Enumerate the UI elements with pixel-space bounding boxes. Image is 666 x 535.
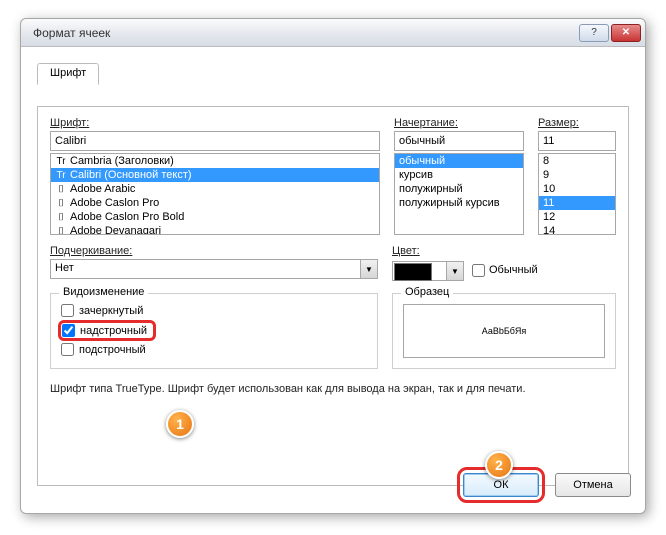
titlebar: Формат ячеек ? ✕ <box>21 19 645 47</box>
tab-body: Шрифт: TrCambria (Заголовки)TrCalibri (О… <box>37 106 629 486</box>
list-item[interactable]: курсив <box>395 168 523 182</box>
list-item[interactable]: полужирный курсив <box>395 196 523 210</box>
font-input[interactable] <box>50 131 380 151</box>
underline-value: Нет <box>50 259 360 279</box>
chevron-down-icon[interactable]: ▼ <box>360 259 378 279</box>
font-type-icon: ⌷ <box>55 198 67 209</box>
close-button[interactable]: ✕ <box>611 24 641 42</box>
list-item[interactable]: 14 <box>539 224 615 235</box>
preview-title: Образец <box>401 286 453 298</box>
window-title: Формат ячеек <box>33 26 110 40</box>
chevron-down-icon[interactable]: ▼ <box>446 261 464 281</box>
label-font: Шрифт: <box>50 117 380 129</box>
effects-title: Видоизменение <box>59 286 148 298</box>
help-button[interactable]: ? <box>579 24 609 42</box>
subscript-checkbox[interactable]: подстрочный <box>61 343 367 356</box>
list-item[interactable]: 11 <box>539 196 615 210</box>
list-item[interactable]: TrCambria (Заголовки) <box>51 154 379 168</box>
font-type-icon: Tr <box>55 170 67 181</box>
list-item[interactable]: ⌷Adobe Devanagari <box>51 224 379 235</box>
strikethrough-checkbox[interactable]: зачеркнутый <box>61 304 367 317</box>
close-icon: ✕ <box>622 27 630 38</box>
underline-combo[interactable]: Нет ▼ <box>50 259 378 279</box>
annotation-badge-1: 1 <box>166 410 194 438</box>
list-item[interactable]: 12 <box>539 210 615 224</box>
hint-text: Шрифт типа TrueType. Шрифт будет использ… <box>50 383 616 395</box>
font-type-icon: ⌷ <box>55 226 67 236</box>
list-item[interactable]: 9 <box>539 168 615 182</box>
preview-box: АаBbБбЯя <box>403 304 605 358</box>
effects-group: Видоизменение зачеркнутый надстрочный по <box>50 293 378 369</box>
list-item[interactable]: ⌷Adobe Caslon Pro Bold <box>51 210 379 224</box>
list-item[interactable]: 10 <box>539 182 615 196</box>
preview-text: АаBbБбЯя <box>482 326 527 336</box>
list-item[interactable]: ⌷Adobe Caslon Pro <box>51 196 379 210</box>
label-color: Цвет: <box>392 245 616 257</box>
label-underline: Подчеркивание: <box>50 245 378 257</box>
size-list[interactable]: 8910111214 <box>538 153 616 235</box>
style-list[interactable]: обычныйкурсивполужирныйполужирный курсив <box>394 153 524 235</box>
normal-font-checkbox[interactable]: Обычный <box>472 264 538 277</box>
color-swatch <box>394 263 432 281</box>
label-style: Начертание: <box>394 117 524 129</box>
list-item[interactable]: полужирный <box>395 182 523 196</box>
tab-font[interactable]: Шрифт <box>37 63 99 85</box>
list-item[interactable]: ⌷Adobe Arabic <box>51 182 379 196</box>
label-size: Размер: <box>538 117 616 129</box>
client-area: Шрифт Шрифт: TrCambria (Заголовки)TrCali… <box>21 47 645 513</box>
format-cells-dialog: Формат ячеек ? ✕ Шрифт Шрифт: TrCambria … <box>20 18 646 514</box>
font-list[interactable]: TrCambria (Заголовки)TrCalibri (Основной… <box>50 153 380 235</box>
size-input[interactable] <box>538 131 616 151</box>
color-combo[interactable]: ▼ <box>392 261 464 281</box>
list-item[interactable]: 8 <box>539 154 615 168</box>
annotation-badge-2: 2 <box>485 451 513 479</box>
font-type-icon: ⌷ <box>55 184 67 195</box>
style-input[interactable] <box>394 131 524 151</box>
list-item[interactable]: обычный <box>395 154 523 168</box>
font-type-icon: ⌷ <box>55 212 67 223</box>
superscript-checkbox[interactable]: надстрочный <box>62 324 147 337</box>
list-item[interactable]: TrCalibri (Основной текст) <box>51 168 379 182</box>
font-type-icon: Tr <box>55 156 67 167</box>
preview-group: Образец АаBbБбЯя <box>392 293 616 369</box>
cancel-button[interactable]: Отмена <box>555 473 631 497</box>
annotation-highlight: надстрочный <box>58 320 156 341</box>
help-icon: ? <box>591 27 597 38</box>
